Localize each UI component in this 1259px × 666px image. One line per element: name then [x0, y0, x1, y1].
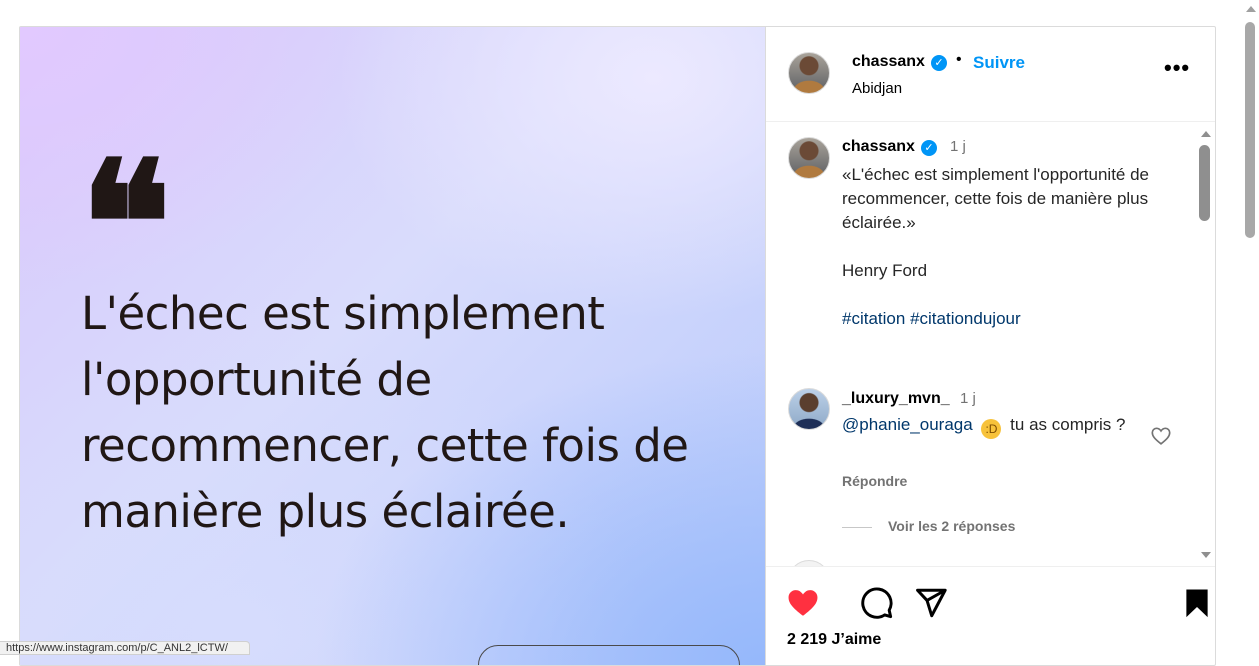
comment-icon[interactable]	[860, 586, 894, 620]
like-heart-icon[interactable]	[786, 586, 820, 620]
caption-line	[842, 283, 1182, 307]
page-scrollbar[interactable]	[1242, 0, 1259, 653]
rofl-emoji-icon: :D	[981, 419, 1002, 439]
comments-scrollbar[interactable]	[1194, 123, 1215, 566]
caption-time[interactable]: 1 j	[950, 138, 966, 155]
commenter-username[interactable]: _luxury_mvn_	[842, 390, 950, 408]
page-scrollbar-thumb[interactable]	[1245, 22, 1255, 238]
author-username[interactable]: chassanx	[852, 53, 925, 71]
page-scroll-up-arrow-icon[interactable]	[1246, 6, 1256, 12]
caption-username[interactable]: chassanx	[842, 138, 915, 156]
quote-text: L'échec est simplement l'opportunité de …	[81, 287, 689, 538]
scrollbar-thumb[interactable]	[1199, 145, 1210, 221]
verified-badge-icon: ✓	[931, 55, 947, 71]
caption-hashtags: #citation #citationdujour	[842, 307, 1182, 331]
verified-badge-icon: ✓	[921, 140, 937, 156]
post-location[interactable]: Abidjan	[852, 80, 902, 97]
mention-link[interactable]: @phanie_ouraga	[842, 415, 973, 434]
hashtag-link[interactable]: #citationdujour	[910, 309, 1021, 328]
scroll-up-arrow-icon[interactable]	[1201, 131, 1211, 137]
caption-text: «L'échec est simplement l'opportunité de…	[842, 163, 1182, 331]
view-replies-button[interactable]: Voir les 2 réponses	[842, 518, 1015, 534]
reply-button[interactable]: Répondre	[842, 473, 907, 489]
comment-time[interactable]: 1 j	[960, 390, 976, 407]
media-overlay-pill[interactable]	[478, 645, 740, 665]
caption-line: Henry Ford	[842, 261, 928, 280]
caption-line: «L'échec est simplement l'opportunité de…	[842, 165, 1150, 232]
divider-line	[842, 526, 872, 528]
likes-count[interactable]: 2 219 J’aime	[787, 631, 881, 649]
comment-text: @phanie_ouraga :D tu as compris ?	[842, 413, 1152, 439]
commenter-avatar[interactable]	[788, 388, 830, 430]
scroll-down-arrow-icon[interactable]	[1201, 552, 1211, 558]
action-bar	[766, 582, 1215, 622]
author-avatar[interactable]	[788, 52, 830, 94]
share-send-icon[interactable]	[914, 586, 948, 620]
save-bookmark-icon[interactable]	[1180, 586, 1214, 620]
comments-list[interactable]: chassanx ✓ 1 j «L'échec est simplement l…	[766, 123, 1215, 567]
view-replies-label: Voir les 2 réponses	[888, 518, 1016, 534]
follow-button[interactable]: Suivre	[973, 53, 1025, 73]
post-modal: ❝ L'échec est simplement l'opportunité d…	[19, 26, 1216, 666]
separator-dot: •	[956, 51, 962, 68]
caption-avatar[interactable]	[788, 137, 830, 179]
post-header: chassanx ✓ • Suivre Abidjan •••	[766, 27, 1215, 122]
more-options-icon[interactable]: •••	[1164, 57, 1190, 79]
comment-message: tu as compris ?	[1010, 415, 1126, 434]
post-sidebar: chassanx ✓ • Suivre Abidjan ••• chassanx…	[766, 27, 1215, 665]
hashtag-link[interactable]: #citation	[842, 309, 905, 328]
next-commenter-avatar[interactable]	[788, 560, 830, 566]
caption-line	[842, 235, 1182, 259]
like-comment-heart-icon[interactable]	[1150, 425, 1172, 447]
post-image[interactable]: ❝ L'échec est simplement l'opportunité d…	[20, 27, 766, 665]
